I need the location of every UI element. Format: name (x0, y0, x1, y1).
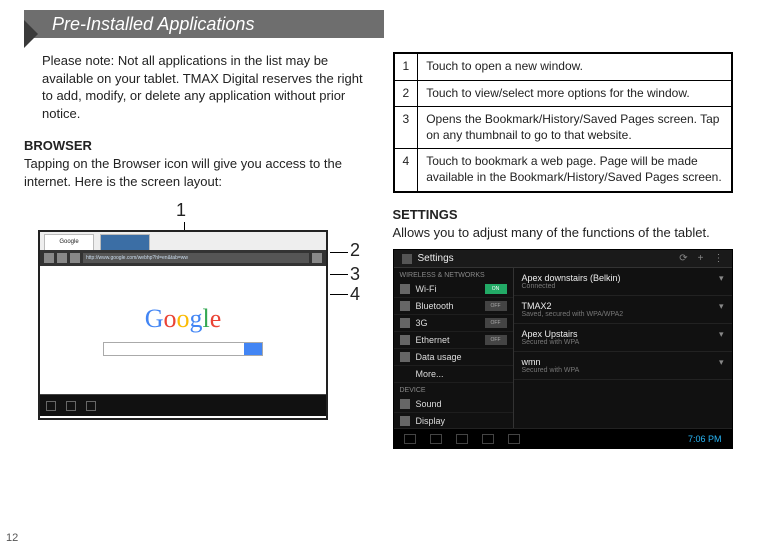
recent-nav-icon (456, 434, 468, 444)
browser-diagram: 1 2 3 4 Google http://www.google.com/web… (24, 200, 365, 450)
nav-bar: 7:06 PM (394, 428, 732, 448)
list-item: Wi-FiON (394, 281, 513, 298)
recent-nav-icon (86, 401, 96, 411)
network-item: ▾wmnSecured with WPA (514, 352, 732, 380)
callout-4: 4 (350, 284, 360, 305)
leader-line (330, 294, 348, 295)
mobile-icon (400, 318, 410, 328)
list-item: 3GOFF (394, 315, 513, 332)
wifi-signal-icon: ▾ (719, 357, 724, 368)
browser-text: Tapping on the Browser icon will give yo… (24, 155, 365, 190)
settings-screenshot: Settings ⟳ + ⋮ WIRELESS & NETWORKS Wi-FiON… (393, 249, 733, 449)
home-nav-icon (430, 434, 442, 444)
vol-down-icon (482, 434, 494, 444)
disclaimer-note: Please note: Not all applications in the… (42, 52, 365, 122)
row-text: Touch to view/select more options for th… (418, 80, 732, 107)
close-icon (70, 253, 80, 263)
network-item: ▾Apex downstairs (Belkin)Connected (514, 268, 732, 296)
browser-body: Google (40, 266, 326, 394)
page-header: Pre-Installed Applications (24, 10, 384, 38)
browser-tab-active (100, 234, 150, 250)
leader-line (330, 274, 348, 275)
settings-heading: SETTINGS (393, 207, 734, 222)
section-label: DEVICE (394, 383, 513, 396)
callout-2: 2 (350, 240, 360, 261)
page-number: 12 (6, 532, 18, 544)
forward-icon (57, 253, 67, 263)
bookmark-icon (312, 253, 322, 263)
wifi-signal-icon: ▾ (719, 329, 724, 340)
row-num: 2 (394, 80, 418, 107)
browser-tabs: Google (40, 232, 326, 250)
browser-heading: BROWSER (24, 138, 365, 153)
settings-body: WIRELESS & NETWORKS Wi-FiON BluetoothOFF… (394, 268, 732, 428)
row-text: Touch to open a new window. (418, 53, 732, 80)
wifi-signal-icon: ▾ (719, 301, 724, 312)
content-columns: Please note: Not all applications in the… (0, 38, 757, 450)
nav-bar (40, 394, 326, 416)
toggle: OFF (485, 301, 507, 311)
bluetooth-icon (400, 301, 410, 311)
settings-title-bar: Settings ⟳ + ⋮ (394, 250, 732, 268)
list-item: Data usage (394, 349, 513, 366)
add-icon: + (698, 253, 704, 264)
network-item: ▾Apex UpstairsSecured with WPA (514, 324, 732, 352)
toggle: ON (485, 284, 507, 294)
google-logo: Google (145, 304, 222, 334)
display-icon (400, 416, 410, 426)
back-nav-icon (404, 434, 416, 444)
right-column: 1Touch to open a new window. 2Touch to v… (393, 52, 734, 450)
settings-left-pane: WIRELESS & NETWORKS Wi-FiON BluetoothOFF… (394, 268, 514, 428)
table-row: 3Opens the Bookmark/History/Saved Pages … (394, 107, 733, 149)
toggle: OFF (485, 335, 507, 345)
wifi-signal-icon: ▾ (719, 273, 724, 284)
scan-icon: ⟳ (679, 253, 687, 264)
wifi-icon (400, 284, 410, 294)
settings-icon (402, 254, 412, 264)
callout-table: 1Touch to open a new window. 2Touch to v… (393, 52, 734, 193)
list-item: More... (394, 366, 513, 383)
network-item: ▾TMAX2Saved, secured with WPA/WPA2 (514, 296, 732, 324)
callout-3: 3 (350, 264, 360, 285)
back-icon (44, 253, 54, 263)
section-label: WIRELESS & NETWORKS (394, 268, 513, 281)
search-button-icon (244, 343, 262, 355)
row-num: 4 (394, 149, 418, 192)
vol-up-icon (508, 434, 520, 444)
list-item: BluetoothOFF (394, 298, 513, 315)
table-row: 2Touch to view/select more options for t… (394, 80, 733, 107)
browser-tab: Google (44, 234, 94, 250)
row-text: Touch to bookmark a web page. Page will … (418, 149, 732, 192)
url-field: http://www.google.com/webhp?hl=en&tab=ww (83, 253, 309, 263)
browser-url-bar: http://www.google.com/webhp?hl=en&tab=ww (40, 250, 326, 266)
list-item: Sound (394, 396, 513, 413)
row-num: 3 (394, 107, 418, 149)
settings-text: Allows you to adjust many of the functio… (393, 224, 734, 242)
data-icon (400, 352, 410, 362)
table-row: 1Touch to open a new window. (394, 53, 733, 80)
google-search-box (103, 342, 263, 356)
browser-screenshot: Google http://www.google.com/webhp?hl=en… (38, 230, 328, 420)
list-item: EthernetOFF (394, 332, 513, 349)
sound-icon (400, 399, 410, 409)
toggle: OFF (485, 318, 507, 328)
menu-icon: ⋮ (714, 253, 724, 264)
settings-title: Settings (418, 253, 454, 264)
settings-right-pane: ▾Apex downstairs (Belkin)Connected ▾TMAX… (514, 268, 732, 428)
home-nav-icon (66, 401, 76, 411)
page-header-text: Pre-Installed Applications (38, 14, 254, 34)
left-column: Please note: Not all applications in the… (24, 52, 365, 450)
status-time: 7:06 PM (688, 434, 722, 444)
row-text: Opens the Bookmark/History/Saved Pages s… (418, 107, 732, 149)
leader-line (330, 252, 348, 253)
ethernet-icon (400, 335, 410, 345)
callout-1: 1 (176, 200, 186, 221)
row-num: 1 (394, 53, 418, 80)
table-row: 4Touch to bookmark a web page. Page will… (394, 149, 733, 192)
back-nav-icon (46, 401, 56, 411)
